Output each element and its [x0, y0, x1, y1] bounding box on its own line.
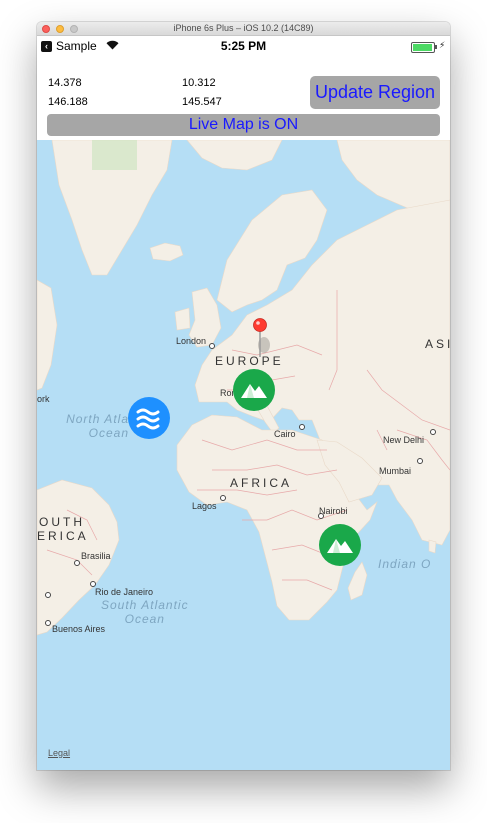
city-dot-brasilia — [74, 560, 80, 566]
waves-icon — [136, 408, 160, 430]
city-dot-buenos-aires — [45, 620, 51, 626]
city-label-mumbai: Mumbai — [379, 466, 412, 476]
region-label-europe: EUROPE — [215, 354, 284, 368]
ocean-label-indian: Indian O — [378, 557, 432, 571]
city-label-new-york: ork — [37, 394, 50, 404]
coordinate-value: 14.378 — [48, 77, 82, 89]
mountain-annotation[interactable] — [233, 369, 275, 411]
city-label-london: London — [176, 336, 207, 346]
ocean-label-north-atlantic: North Atla Ocean — [66, 412, 129, 440]
water-annotation[interactable] — [128, 397, 170, 439]
city-dot-london — [209, 343, 215, 349]
city-label-rio: Rio de Janeiro — [95, 587, 154, 597]
coordinate-value: 10.312 — [182, 77, 216, 89]
region-label-africa: AFRICA — [230, 476, 293, 490]
city-label-lagos: Lagos — [192, 501, 217, 511]
legal-link[interactable]: Legal — [48, 748, 70, 758]
charging-bolt-icon: ⚡ — [439, 40, 446, 50]
map-pin-icon[interactable] — [251, 317, 271, 362]
battery-full-icon — [411, 42, 435, 53]
mountain-icon — [241, 384, 267, 398]
window-title: iPhone 6s Plus – iOS 10.2 (14C89) — [173, 23, 314, 33]
city-dot-new-delhi — [430, 429, 436, 435]
city-dot-sao-paulo — [45, 592, 51, 598]
coordinate-value: 146.188 — [48, 96, 88, 108]
city-label-brasilia: Brasilia — [81, 551, 111, 561]
update-region-button[interactable]: Update Region — [310, 76, 440, 109]
status-time: 5:25 PM — [220, 39, 267, 53]
live-map-status-button[interactable]: Live Map is ON — [47, 114, 440, 136]
city-label-buenos-aires: Buenos Aires — [52, 624, 106, 634]
window-titlebar: iPhone 6s Plus – iOS 10.2 (14C89) — [37, 22, 450, 36]
city-dot-mumbai — [417, 458, 423, 464]
mountain-icon — [327, 539, 353, 553]
region-label-south-america-2: ERICA — [37, 529, 89, 543]
region-label-south-america-1: OUTH — [39, 515, 85, 529]
simulator-window: iPhone 6s Plus – iOS 10.2 (14C89) ‹ Samp… — [37, 22, 450, 770]
coordinate-value: 145.547 — [182, 96, 222, 108]
battery-cap — [435, 45, 437, 49]
mountain-annotation[interactable] — [319, 524, 361, 566]
city-label-nairobi: Nairobi — [319, 506, 348, 516]
city-dot-lagos — [220, 495, 226, 501]
map-land-layer — [37, 140, 450, 636]
region-label-asia: ASIA — [425, 337, 450, 351]
city-dot-cairo — [299, 424, 305, 430]
ocean-label-south-atlantic: South Atlantic Ocean — [101, 598, 189, 626]
city-label-new-delhi: New Delhi — [383, 435, 425, 445]
city-label-cairo: Cairo — [274, 429, 296, 439]
map-view[interactable]: London Rome Cairo New Delhi Mumbai Lagos… — [37, 140, 450, 770]
ios-status-bar: ‹ Sample 5:25 PM ⚡ — [37, 36, 450, 56]
